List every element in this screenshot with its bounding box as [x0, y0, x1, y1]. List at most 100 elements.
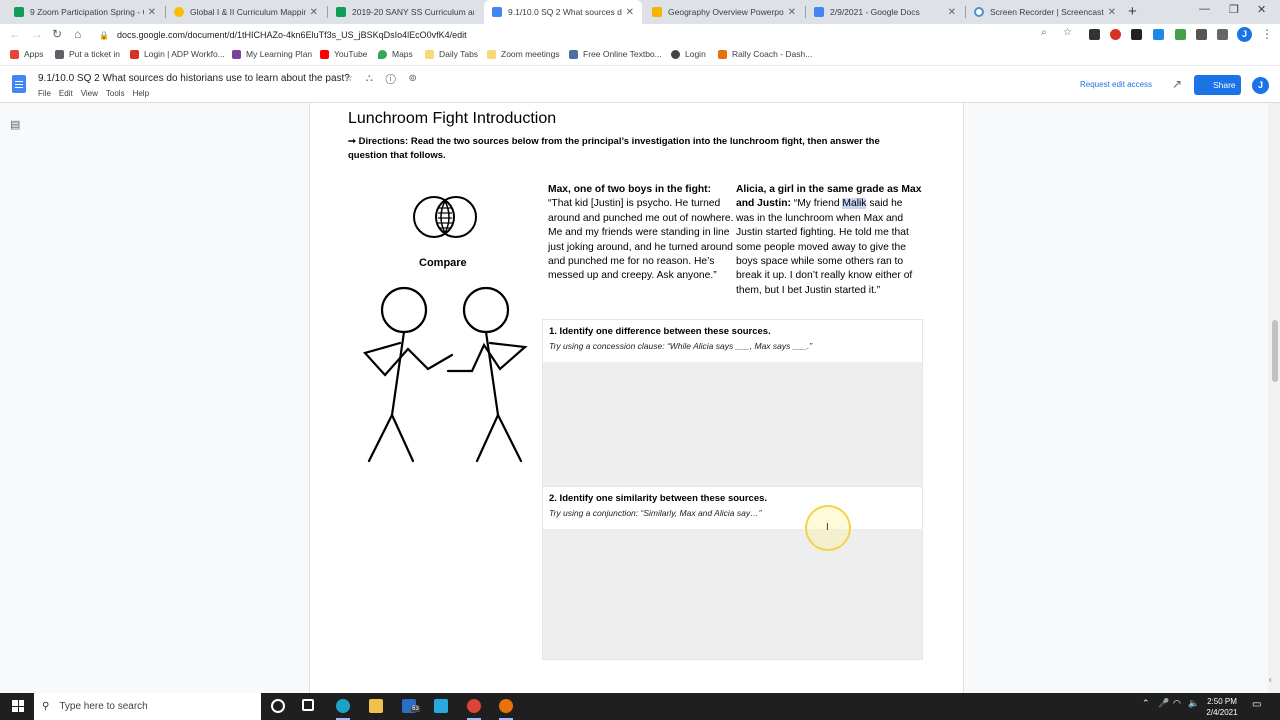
puzzle-icon[interactable] [1196, 29, 1207, 40]
microphone-icon[interactable]: 🎤 [1158, 698, 1169, 709]
tab-curriculum-mapping[interactable]: Global I & II Curriculum Mapping ✕ [166, 0, 326, 24]
source-max: Max, one of two boys in the fight: “That… [548, 183, 734, 284]
restore-button[interactable]: ❐ [1229, 3, 1239, 16]
vertical-scrollbar[interactable] [1268, 103, 1280, 693]
menu-tools[interactable]: Tools [106, 89, 125, 98]
venn-diagram-icon [413, 196, 477, 238]
youtube-icon [320, 49, 329, 59]
close-icon[interactable]: ✕ [948, 7, 956, 18]
notification-center-icon[interactable]: ▭ [1252, 699, 1261, 710]
back-arrow-icon[interactable]: ← [9, 27, 21, 41]
source-alicia: Alicia, a girl in the same grade as Max … [736, 184, 922, 296]
browser-toolbar: ← → ↻ ⌂ 🔒 docs.google.com/document/d/1tH… [0, 24, 1280, 46]
new-tab-button[interactable]: + [1128, 3, 1137, 20]
google-docs-logo-icon[interactable] [12, 75, 26, 93]
question-1-box: 1. Identify one difference between these… [542, 319, 923, 487]
media-queue-icon[interactable] [1217, 29, 1228, 40]
extension-icon[interactable] [1153, 29, 1164, 40]
taskbar-search-box[interactable]: ⚲ Type here to search [34, 693, 261, 720]
task-view-icon[interactable] [302, 699, 314, 711]
tab-sq2-active[interactable]: 9.1/10.0 SQ 2 What sources do h ✕ [484, 0, 642, 24]
extension-icon[interactable] [1089, 29, 1100, 40]
bookmark-adp[interactable]: Login | ADP Workfo... [130, 49, 225, 59]
bookmark-rally-coach[interactable]: Rally Coach - Dash... [718, 49, 812, 59]
tray-chevron-up-icon[interactable]: ⌃ [1142, 698, 1150, 709]
notification-count-badge: 63 [411, 706, 420, 712]
windows-start-icon[interactable] [12, 700, 24, 712]
forward-arrow-icon[interactable]: → [31, 27, 43, 41]
sheets-icon [14, 7, 24, 17]
profile-avatar[interactable]: J [1237, 27, 1252, 42]
network-icon[interactable]: ◠ [1173, 698, 1181, 709]
extension-icon[interactable] [1175, 29, 1186, 40]
folder-icon [425, 49, 434, 59]
reload-icon[interactable]: ↻ [52, 27, 62, 41]
tab-sany-curriculum[interactable]: 2019-20 SANY SS Curriculum and [328, 0, 482, 24]
bookmark-login[interactable]: Login [671, 49, 706, 59]
tab-geography-overview[interactable]: Geography Overview Powerpoint ✕ [644, 0, 804, 24]
globe-icon [671, 49, 680, 59]
menu-help[interactable]: Help [133, 89, 149, 98]
address-bar[interactable]: 🔒 docs.google.com/document/d/1tHICHAZo-4… [99, 27, 1059, 43]
menu-file[interactable]: File [38, 89, 51, 98]
question-1-answer-area[interactable] [543, 362, 922, 486]
tab-google-docs-date[interactable]: 2/9/2021 - Google Docs ✕ [806, 0, 964, 24]
close-icon[interactable]: ✕ [310, 7, 318, 18]
screencast-icon[interactable] [499, 699, 513, 713]
minimize-button[interactable]: — [1199, 3, 1210, 15]
document-outline-icon[interactable]: ▤ [10, 118, 20, 131]
edge-icon[interactable] [336, 699, 350, 713]
close-icon[interactable]: ✕ [626, 7, 634, 18]
extension-icon[interactable] [1131, 29, 1142, 40]
people-icon: 👤 [1199, 79, 1210, 90]
question-2-box: 2. Identify one similarity between these… [542, 486, 923, 660]
url-text: docs.google.com/document/d/1tHICHAZo-4kn… [116, 30, 467, 40]
bookmark-learning-plan[interactable]: My Learning Plan [232, 49, 312, 59]
menu-view[interactable]: View [81, 89, 98, 98]
title-action-icons[interactable]: ☆ ⛬ ⓘ ⊚ [344, 73, 422, 84]
zoom-search-icon[interactable]: ⌕ [1041, 27, 1047, 38]
app-l-icon[interactable] [434, 699, 448, 713]
compare-label: Compare [419, 257, 467, 269]
bookmark-apps[interactable]: Apps [10, 49, 43, 59]
menu-edit[interactable]: Edit [59, 89, 73, 98]
ticket-icon [55, 49, 64, 59]
bookmark-maps[interactable]: Maps [378, 49, 413, 59]
docs-icon [814, 7, 824, 17]
learning-plan-icon [232, 49, 241, 59]
file-explorer-icon[interactable] [369, 699, 383, 713]
bookmark-star-icon[interactable]: ☆ [1063, 27, 1072, 38]
bookmark-ticket[interactable]: Put a ticket in [55, 49, 120, 59]
question-2-answer-area[interactable] [543, 529, 922, 659]
chrome-menu-icon[interactable]: ⋮ [1261, 27, 1273, 41]
document-title[interactable]: 9.1/10.0 SQ 2 What sources do historians… [38, 73, 350, 84]
question-1-title: 1. Identify one difference between these… [549, 326, 771, 337]
close-icon[interactable]: ✕ [1108, 7, 1116, 18]
cortana-icon[interactable] [271, 699, 285, 713]
selected-text-malik[interactable]: Malik [842, 198, 867, 210]
bookmark-textbooks[interactable]: Free Online Textbo... [569, 49, 662, 59]
bookmark-youtube[interactable]: YouTube [320, 49, 367, 59]
request-edit-access-button[interactable]: Request edit access [1080, 80, 1152, 89]
adp-icon [130, 49, 139, 59]
window-close-button[interactable]: ✕ [1257, 3, 1266, 16]
close-icon[interactable]: ✕ [788, 7, 796, 18]
bookmark-daily-tabs[interactable]: Daily Tabs [425, 49, 478, 59]
tab-zoom-participation[interactable]: 9 Zoom Participation Spring - Go ✕ [6, 0, 164, 24]
docs-account-avatar[interactable]: J [1252, 77, 1269, 94]
scrollbar-thumb[interactable] [1272, 320, 1278, 382]
sheets-icon [336, 7, 346, 17]
share-button[interactable]: 👤 Share [1194, 75, 1241, 95]
drive-icon [174, 7, 184, 17]
volume-icon[interactable]: 🔈 [1188, 698, 1199, 709]
activity-trend-icon[interactable]: ↗ [1172, 77, 1182, 91]
chevron-left-icon[interactable]: ‹ [1269, 675, 1272, 684]
bookmark-zoom-meetings[interactable]: Zoom meetings [487, 49, 560, 59]
chrome-icon[interactable] [467, 699, 481, 713]
close-icon[interactable]: ✕ [148, 7, 156, 18]
home-icon[interactable]: ⌂ [74, 27, 81, 41]
extension-icon[interactable] [1110, 29, 1121, 40]
taskbar-clock[interactable]: 2:50 PM 2/4/2021 [1204, 696, 1240, 718]
tab-screen-recorder[interactable]: Screen Recorder | Screencast-O- ✕ [966, 0, 1124, 24]
source-max-quote: “That kid [Justin] is psycho. He turned … [548, 198, 734, 282]
